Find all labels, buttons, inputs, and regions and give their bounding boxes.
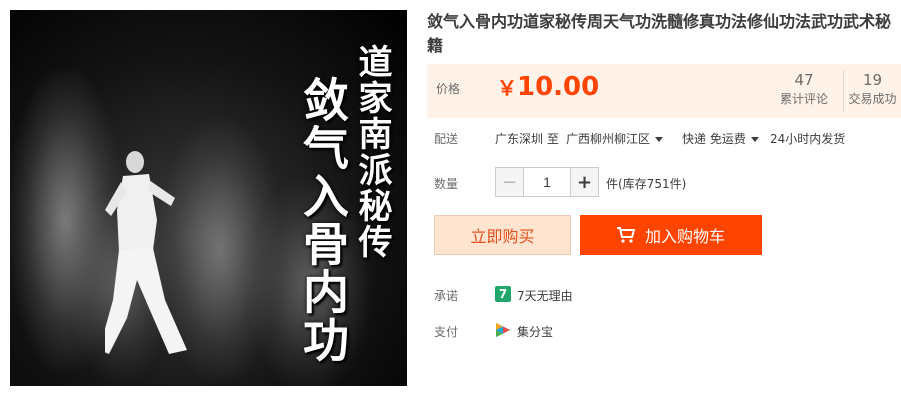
jifenbao-icon bbox=[496, 323, 510, 337]
buy-now-button[interactable]: 立即购买 bbox=[434, 215, 571, 255]
quantity-label: 数量 bbox=[434, 177, 459, 191]
price-label: 价格 bbox=[436, 82, 461, 96]
sales-stat: 19 交易成功 bbox=[843, 70, 901, 112]
payment-text[interactable]: 集分宝 bbox=[517, 323, 553, 340]
sales-label: 交易成功 bbox=[848, 92, 897, 106]
quantity-stepper: − + bbox=[495, 167, 599, 197]
price-amount: 10.00 bbox=[517, 72, 600, 102]
quantity-decrease-button[interactable]: − bbox=[496, 168, 524, 196]
reviews-label: 累计评论 bbox=[779, 92, 828, 106]
promise-label: 承诺 bbox=[434, 289, 459, 303]
promise-text[interactable]: 7天无理由 bbox=[517, 287, 573, 304]
ship-to-dropdown[interactable]: 广西柳州柳江区 bbox=[566, 130, 664, 147]
add-to-cart-button[interactable]: 加入购物车 bbox=[580, 215, 762, 255]
martial-artist-figure bbox=[105, 151, 187, 354]
add-to-cart-label: 加入购物车 bbox=[644, 227, 725, 246]
reviews-count: 47 bbox=[794, 71, 814, 89]
reviews-stat[interactable]: 47 累计评论 bbox=[774, 70, 834, 108]
chevron-down-icon bbox=[655, 137, 664, 142]
shipping-label: 配送 bbox=[434, 132, 459, 146]
sales-count: 19 bbox=[862, 71, 883, 89]
product-title: 敛气入骨内功道家秘传周天气功洗髓修真功法修仙功法武功武术秘籍 bbox=[427, 12, 892, 55]
ship-to-text: 广西柳州柳江区 bbox=[566, 132, 651, 146]
cart-icon bbox=[616, 227, 635, 243]
chevron-down-icon bbox=[750, 137, 759, 142]
payment-label: 支付 bbox=[434, 325, 459, 339]
price-panel: 价格 ￥10.00 47 累计评论 19 交易成功 bbox=[427, 64, 901, 118]
product-image[interactable]: 道家南派秘传 敛气入骨内功 bbox=[10, 10, 407, 386]
seven-day-return-icon: 7 bbox=[495, 286, 511, 302]
buy-now-label: 立即购买 bbox=[470, 227, 535, 246]
ship-method-text: 快递 免运费 bbox=[682, 132, 746, 146]
stock-info: 件(库存751件) bbox=[606, 177, 687, 191]
image-main-text: 敛气入骨内功 bbox=[296, 76, 350, 364]
ship-method-dropdown[interactable]: 快递 免运费 bbox=[682, 130, 759, 147]
price-value: ￥10.00 bbox=[497, 72, 599, 102]
quantity-increase-button[interactable]: + bbox=[570, 168, 598, 196]
currency-symbol: ￥ bbox=[497, 76, 517, 100]
quantity-input[interactable] bbox=[524, 168, 570, 196]
ship-from: 广东深圳 至 bbox=[495, 132, 559, 146]
dispatch-time: 24小时内发货 bbox=[770, 132, 846, 146]
